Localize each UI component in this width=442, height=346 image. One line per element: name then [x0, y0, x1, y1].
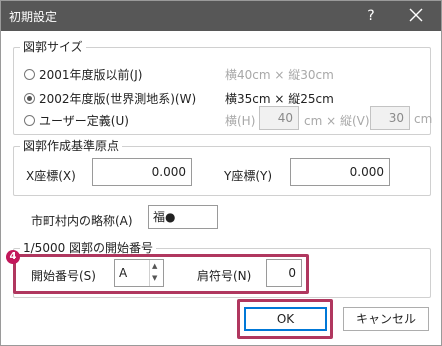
title-bar[interactable]: 初期設定 ? [1, 1, 441, 31]
municipality-abbrev-value: 福● [153, 210, 176, 224]
width-label: 横(H) [225, 114, 256, 128]
origin-group-title: 図郭作成基準原点 [20, 139, 123, 153]
x-coordinate-label: X座標(X) [26, 169, 76, 183]
suffix-number-value: 0 [288, 266, 296, 280]
radio-2002-version[interactable]: 2002年度版(世界測地系)(W) [24, 90, 196, 106]
suffix-number-label: 肩符号(N) [197, 269, 252, 283]
radio-button-checked[interactable] [24, 92, 35, 104]
spin-down-icon[interactable]: ▼ [152, 273, 157, 283]
radio-2001-version[interactable]: 2001年度版以前(J) [24, 66, 142, 82]
radio-button[interactable] [24, 68, 35, 80]
step-badge: 4 [6, 250, 20, 264]
start-number-input[interactable]: A ▲ ▼ [114, 259, 164, 287]
frame-size-group-title: 図郭サイズ [20, 40, 86, 54]
y-coordinate-value: 0.000 [349, 165, 384, 179]
start-number-group-title: 1/5000 図郭の開始番号 [20, 241, 157, 255]
spin-up-icon[interactable]: ▲ [152, 261, 157, 271]
radio-button[interactable] [24, 114, 35, 126]
cancel-button[interactable]: キャンセル [343, 307, 429, 331]
dims-2002: 横35cm × 縦25cm [225, 92, 334, 106]
close-icon [409, 8, 423, 22]
start-number-label: 開始番号(S) [31, 269, 96, 283]
radio-user-defined[interactable]: ユーザー定義(U) [24, 112, 129, 128]
frame-size-group: 図郭サイズ 2001年度版以前(J) 横40cm × 縦30cm 2002年度版… [13, 40, 433, 135]
unit-y-label: cm [414, 112, 433, 126]
height-input[interactable]: 30 [370, 106, 410, 130]
initial-settings-dialog: 初期設定 ? 図郭サイズ 2001年度版以前(J) 横40cm × 縦30cm … [0, 0, 442, 346]
y-coordinate-label: Y座標(Y) [224, 169, 273, 183]
x-coordinate-input[interactable]: 0.000 [92, 158, 192, 186]
suffix-number-input[interactable]: 0 [266, 259, 302, 287]
municipality-abbrev-input[interactable]: 福● [148, 205, 218, 229]
origin-group: 図郭作成基準原点 X座標(X) 0.000 Y座標(Y) 0.000 [13, 139, 431, 196]
y-coordinate-input[interactable]: 0.000 [290, 158, 390, 186]
close-button[interactable] [401, 5, 431, 27]
dims-2001: 横40cm × 縦30cm [225, 68, 334, 82]
width-input[interactable]: 40 [259, 106, 299, 130]
municipality-abbrev-label: 市町村内の略称(A) [31, 214, 133, 228]
x-coordinate-value: 0.000 [151, 165, 186, 179]
width-value: 40 [277, 111, 293, 125]
unit-x-label: cm × 縦(V) [304, 114, 370, 128]
radio-user-defined-label: ユーザー定義(U) [39, 113, 129, 128]
radio-2002-label: 2002年度版(世界測地系)(W) [39, 91, 197, 106]
start-number-spinner[interactable]: ▲ ▼ [149, 260, 163, 286]
start-number-value: A [119, 266, 128, 280]
radio-2001-label: 2001年度版以前(J) [39, 67, 143, 82]
dialog-title: 初期設定 [9, 10, 58, 24]
height-value: 30 [388, 111, 404, 125]
help-button[interactable]: ? [360, 5, 382, 27]
ok-button[interactable]: OK [244, 307, 327, 331]
